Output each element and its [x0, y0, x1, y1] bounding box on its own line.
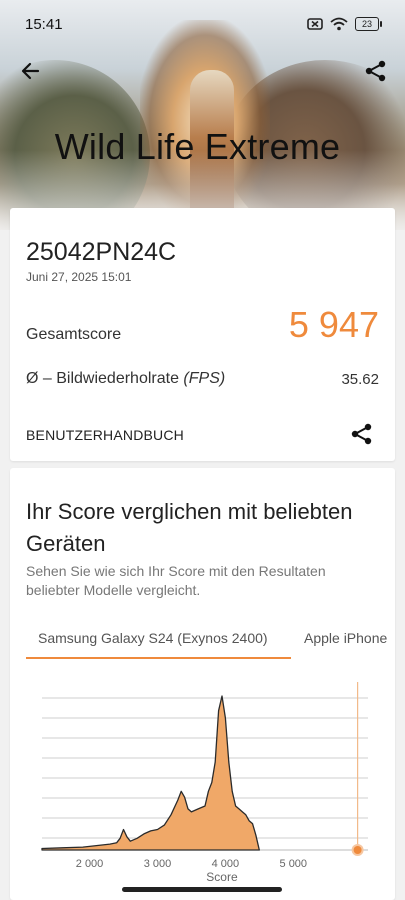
- user-manual-link[interactable]: BENUTZERHANDBUCH: [26, 427, 184, 443]
- share-icon: [351, 423, 372, 445]
- battery-icon: 23: [355, 17, 382, 31]
- status-icons: 23: [307, 17, 382, 31]
- total-score-value: 5 947: [288, 304, 379, 345]
- fps-label: Ø – Bildwiederholrate (FPS): [26, 370, 225, 388]
- fps-value: 35.62: [341, 371, 379, 388]
- total-score-label: Gesamtscore: [26, 326, 122, 343]
- share-button-header[interactable]: [363, 58, 389, 84]
- x-tick-label: 2 000: [76, 858, 104, 870]
- result-date: Juni 27, 2025 15:01: [26, 270, 132, 284]
- result-card: 25042PN24C Juni 27, 2025 15:01 Gesamtsco…: [10, 208, 395, 461]
- x-tick-label: 4 000: [212, 858, 240, 870]
- benchmark-title: Wild Life Extreme: [54, 126, 341, 167]
- home-indicator[interactable]: [122, 887, 282, 892]
- comparison-subtitle: Sehen Sie wie sich Ihr Score mit den Res…: [26, 563, 326, 598]
- your-score-marker: [353, 846, 362, 854]
- x-axis-label: Score: [206, 870, 238, 884]
- status-bar: 15:41 23: [0, 0, 405, 46]
- active-tab-indicator: [26, 657, 291, 659]
- device-tabs: Samsung Galaxy S24 (Exynos 2400) Apple i…: [26, 618, 395, 660]
- x-tick-label: 3 000: [144, 858, 172, 870]
- device-name: 25042PN24C: [26, 238, 177, 266]
- x-tick-label: 5 000: [280, 858, 308, 870]
- comparison-card: Ihr Score verglichen mit beliebten Gerät…: [10, 468, 395, 900]
- back-button[interactable]: [18, 58, 44, 84]
- score-distribution-chart: 2 000 3 000 4 000 5 000 Score: [41, 682, 368, 884]
- share-icon: [365, 60, 386, 82]
- fps-label-text: Ø – Bildwiederholrate: [26, 370, 179, 387]
- mute-icon: [307, 18, 323, 30]
- status-time: 15:41: [25, 16, 63, 33]
- comparison-title: Ihr Score verglichen mit beliebten Gerät…: [26, 499, 353, 556]
- wifi-icon: [330, 17, 348, 31]
- tab-apple-iphone[interactable]: Apple iPhone: [304, 630, 387, 646]
- back-arrow-icon: [21, 62, 40, 80]
- share-result-button[interactable]: [349, 421, 375, 447]
- distribution-area: [41, 695, 260, 851]
- tab-samsung-galaxy-s24[interactable]: Samsung Galaxy S24 (Exynos 2400): [38, 630, 268, 646]
- fps-unit: (FPS): [183, 370, 226, 387]
